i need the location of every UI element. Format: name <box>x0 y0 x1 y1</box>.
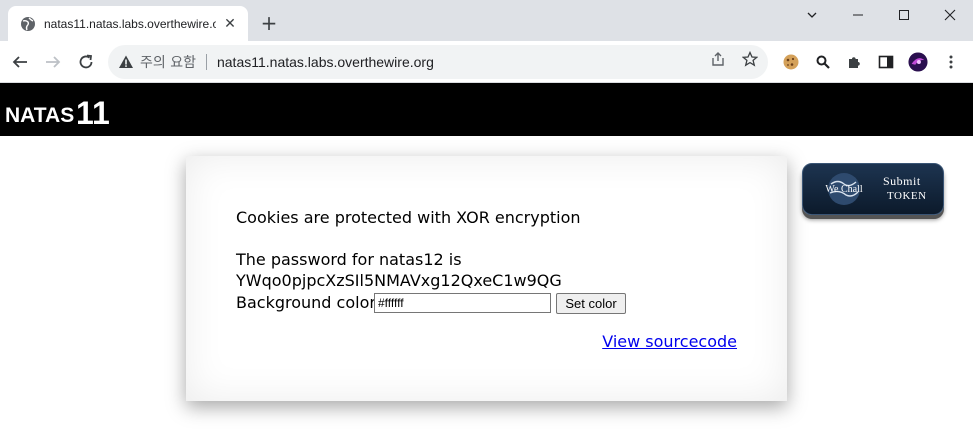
warning-icon[interactable] <box>118 54 134 70</box>
side-panel-icon[interactable] <box>876 52 896 72</box>
search-extension-icon[interactable] <box>813 52 833 72</box>
set-color-button[interactable]: Set color <box>556 293 626 314</box>
address-bar[interactable]: 주의 요함 natas11.natas.labs.overthewire.org <box>108 45 768 79</box>
view-sourcecode-link[interactable]: View sourcecode <box>602 332 737 351</box>
submit-label: Submit <box>883 174 921 188</box>
browser-tab[interactable]: natas11.natas.labs.overthewire.org ✕ <box>8 6 248 41</box>
window-close-icon[interactable] <box>927 0 973 30</box>
bg-color-input[interactable] <box>374 293 551 313</box>
cookie-extension-icon[interactable] <box>781 52 801 72</box>
share-icon[interactable] <box>709 50 727 68</box>
token-label: TOKEN <box>887 190 927 202</box>
reload-icon[interactable] <box>74 50 98 74</box>
new-tab-icon[interactable]: + <box>258 12 280 34</box>
globe-icon <box>21 16 35 31</box>
tab-strip: natas11.natas.labs.overthewire.org ✕ + <box>0 0 973 41</box>
extensions-puzzle-icon[interactable] <box>845 52 865 72</box>
omnibox-divider <box>205 54 207 70</box>
bookmark-star-icon[interactable] <box>741 50 759 68</box>
page-header: NATAS 11 <box>0 83 973 136</box>
profile-avatar[interactable] <box>908 52 928 72</box>
forward-icon[interactable] <box>41 50 65 74</box>
content-panel: Cookies are protected with XOR encryptio… <box>186 156 787 401</box>
maximize-icon[interactable] <box>881 0 927 30</box>
submit-token-button[interactable]: We Chall Submit TOKEN <box>802 163 944 215</box>
back-icon[interactable] <box>8 50 32 74</box>
tab-search-icon[interactable] <box>789 0 835 30</box>
url-text[interactable]: natas11.natas.labs.overthewire.org <box>217 54 434 70</box>
tab-close-icon[interactable]: ✕ <box>222 16 238 32</box>
bg-color-label: Background color: <box>236 293 382 312</box>
header-title-prefix: NATAS <box>5 104 75 127</box>
minimize-icon[interactable] <box>835 0 881 30</box>
browser-toolbar: 주의 요함 natas11.natas.labs.overthewire.org <box>0 41 973 83</box>
intro-text: Cookies are protected with XOR encryptio… <box>236 208 581 227</box>
header-title-number: 11 <box>76 95 110 131</box>
wechall-logo: We Chall <box>825 173 863 205</box>
tab-title: natas11.natas.labs.overthewire.org <box>44 16 216 31</box>
security-status[interactable]: 주의 요함 <box>140 52 196 72</box>
logo-text: We Chall <box>825 184 862 195</box>
password-value: YWqo0pjpcXzSIl5NMAVxg12QxeC1w9QG <box>236 271 562 290</box>
password-label: The password for natas12 is <box>236 250 462 269</box>
menu-kebab-icon[interactable] <box>941 52 961 72</box>
